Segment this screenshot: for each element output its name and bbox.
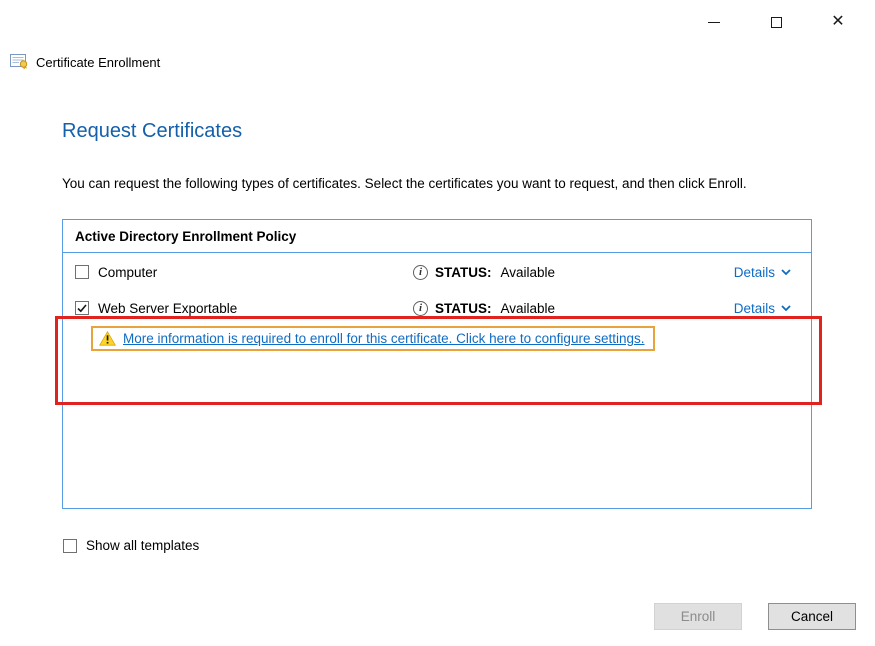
- cert-name-label: Computer: [98, 265, 157, 280]
- show-all-templates-label: Show all templates: [86, 538, 199, 553]
- status-cell: i STATUS: Available: [413, 301, 734, 316]
- cert-name-cell: Web Server Exportable: [75, 301, 413, 316]
- maximize-button[interactable]: [753, 6, 799, 38]
- chevron-down-icon: [781, 269, 791, 275]
- show-all-templates-checkbox[interactable]: [63, 539, 77, 553]
- page-title: Request Certificates: [62, 120, 814, 143]
- web-server-checkbox[interactable]: [75, 301, 89, 315]
- computer-checkbox[interactable]: [75, 265, 89, 279]
- page-description: You can request the following types of c…: [62, 173, 810, 195]
- enroll-button[interactable]: Enroll: [654, 603, 742, 630]
- configure-settings-link[interactable]: More information is required to enroll f…: [123, 331, 644, 346]
- warning-icon: [99, 331, 116, 346]
- annotation-orange-box: More information is required to enroll f…: [91, 326, 655, 351]
- status-value: Available: [501, 301, 556, 316]
- close-button[interactable]: ✕: [815, 6, 861, 38]
- minimize-button[interactable]: [691, 6, 737, 38]
- app-title: Certificate Enrollment: [36, 55, 160, 70]
- status-label: STATUS:: [435, 265, 492, 280]
- cert-name-cell: Computer: [75, 265, 413, 280]
- app-header: Certificate Enrollment: [10, 54, 160, 70]
- window-controls: ✕: [691, 6, 861, 38]
- computer-details-link[interactable]: Details: [734, 265, 799, 280]
- maximize-icon: [771, 17, 782, 28]
- details-label: Details: [734, 301, 775, 316]
- info-icon: i: [413, 265, 428, 280]
- main-content: Request Certificates You can request the…: [62, 120, 814, 509]
- chevron-down-icon: [781, 305, 791, 311]
- warning-row: More information is required to enroll f…: [91, 326, 811, 351]
- status-label: STATUS:: [435, 301, 492, 316]
- policy-header: Active Directory Enrollment Policy: [63, 220, 811, 253]
- checkmark-icon: [77, 304, 87, 313]
- minimize-icon: [708, 22, 720, 23]
- enrollment-policy-panel: Active Directory Enrollment Policy Compu…: [62, 219, 812, 509]
- close-icon: ✕: [831, 14, 844, 30]
- details-label: Details: [734, 265, 775, 280]
- cert-name-label: Web Server Exportable: [98, 301, 237, 316]
- table-row-web-server: Web Server Exportable i STATUS: Availabl…: [63, 289, 811, 325]
- status-value: Available: [501, 265, 556, 280]
- info-icon: i: [413, 301, 428, 316]
- footer-buttons: Enroll Cancel: [654, 603, 856, 630]
- status-cell: i STATUS: Available: [413, 265, 734, 280]
- web-server-details-link[interactable]: Details: [734, 301, 799, 316]
- show-all-templates-row: Show all templates: [63, 538, 199, 553]
- certificate-enrollment-icon: [10, 54, 28, 70]
- table-row-computer: Computer i STATUS: Available Details: [63, 253, 811, 289]
- cancel-button[interactable]: Cancel: [768, 603, 856, 630]
